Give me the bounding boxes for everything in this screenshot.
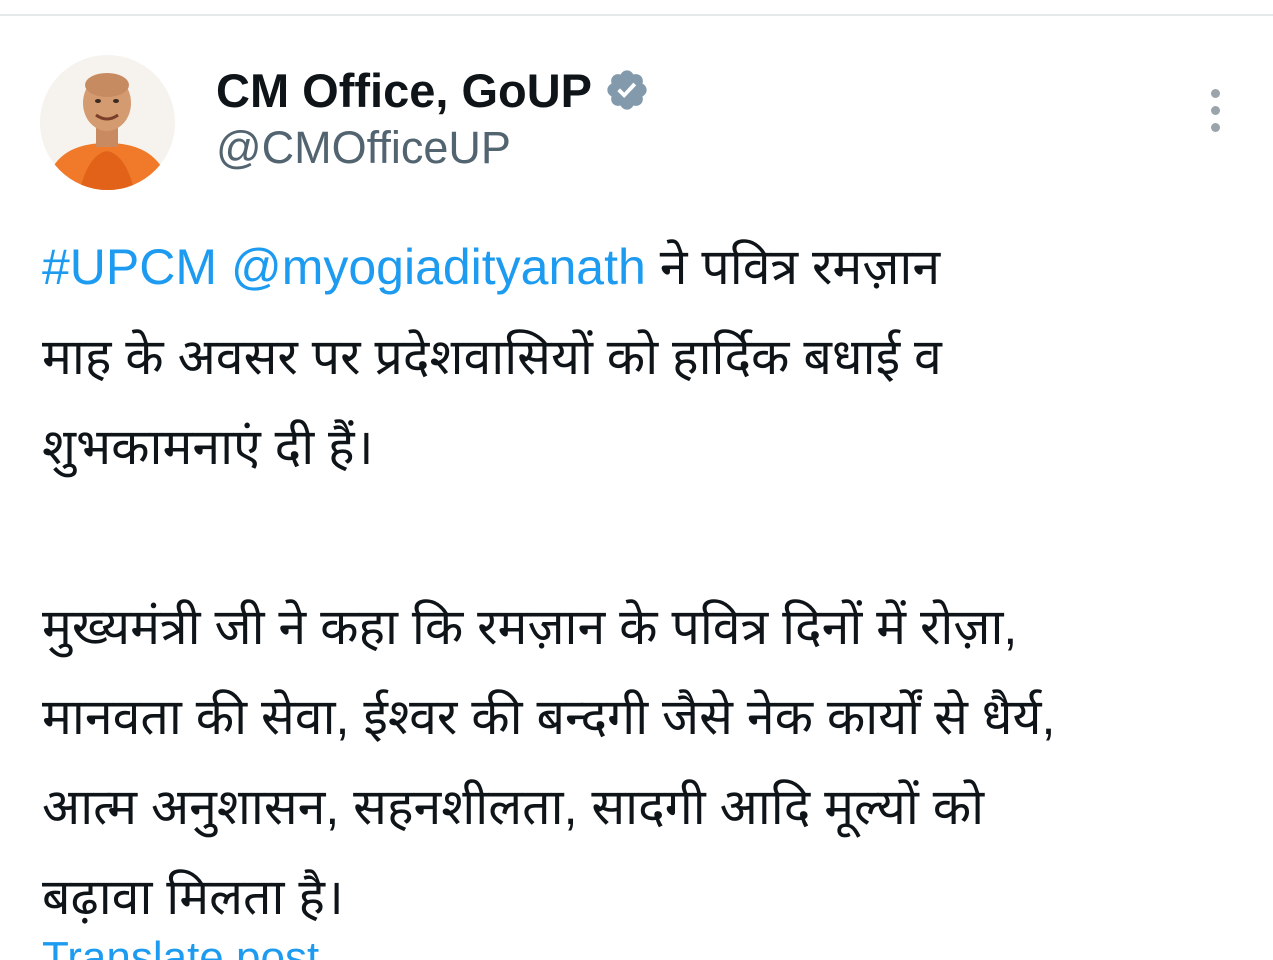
tweet-text: #UPCM @myogiadityanath ने पवित्र रमज़ान … — [42, 222, 1242, 942]
tweet-line-1-text: ने पवित्र रमज़ान — [645, 239, 941, 295]
hashtag-link[interactable]: #UPCM — [42, 239, 217, 295]
verified-badge-icon — [604, 67, 650, 113]
author-handle[interactable]: @CMOfficeUP — [216, 122, 511, 174]
author-name-row: CM Office, GoUP — [216, 62, 650, 118]
translate-post-link[interactable]: Translate post — [42, 928, 319, 960]
tweet-para2-line-1: मुख्यमंत्री जी ने कहा कि रमज़ान के पवित्… — [42, 599, 1018, 655]
more-vertical-icon — [1210, 88, 1220, 98]
tweet-view: CM Office, GoUP @CMOfficeUP #UPCM @myogi… — [0, 0, 1273, 960]
tweet-line-3: शुभकामनाएं दी हैं। — [42, 419, 374, 475]
more-options-button[interactable] — [1190, 82, 1240, 138]
top-divider — [0, 14, 1273, 16]
tweet-line-1: #UPCM @myogiadityanath ने पवित्र रमज़ान — [42, 222, 1242, 312]
author-display-name[interactable]: CM Office, GoUP — [216, 63, 592, 118]
mention-link[interactable]: @myogiadityanath — [231, 239, 646, 295]
tweet-line-2: माह के अवसर पर प्रदेशवासियों को हार्दिक … — [42, 329, 942, 385]
more-vertical-icon-dot-2 — [1210, 105, 1220, 115]
tweet-para2-line-3: आत्म अनुशासन, सहनशीलता, सादगी आदि मूल्यो… — [42, 779, 985, 835]
more-vertical-icon-dot-3 — [1210, 122, 1220, 132]
avatar[interactable] — [40, 55, 175, 190]
tweet-para2-line-2: मानवता की सेवा, ईश्वर की बन्दगी जैसे नेक… — [42, 689, 1056, 745]
profile-photo-icon — [40, 55, 175, 190]
